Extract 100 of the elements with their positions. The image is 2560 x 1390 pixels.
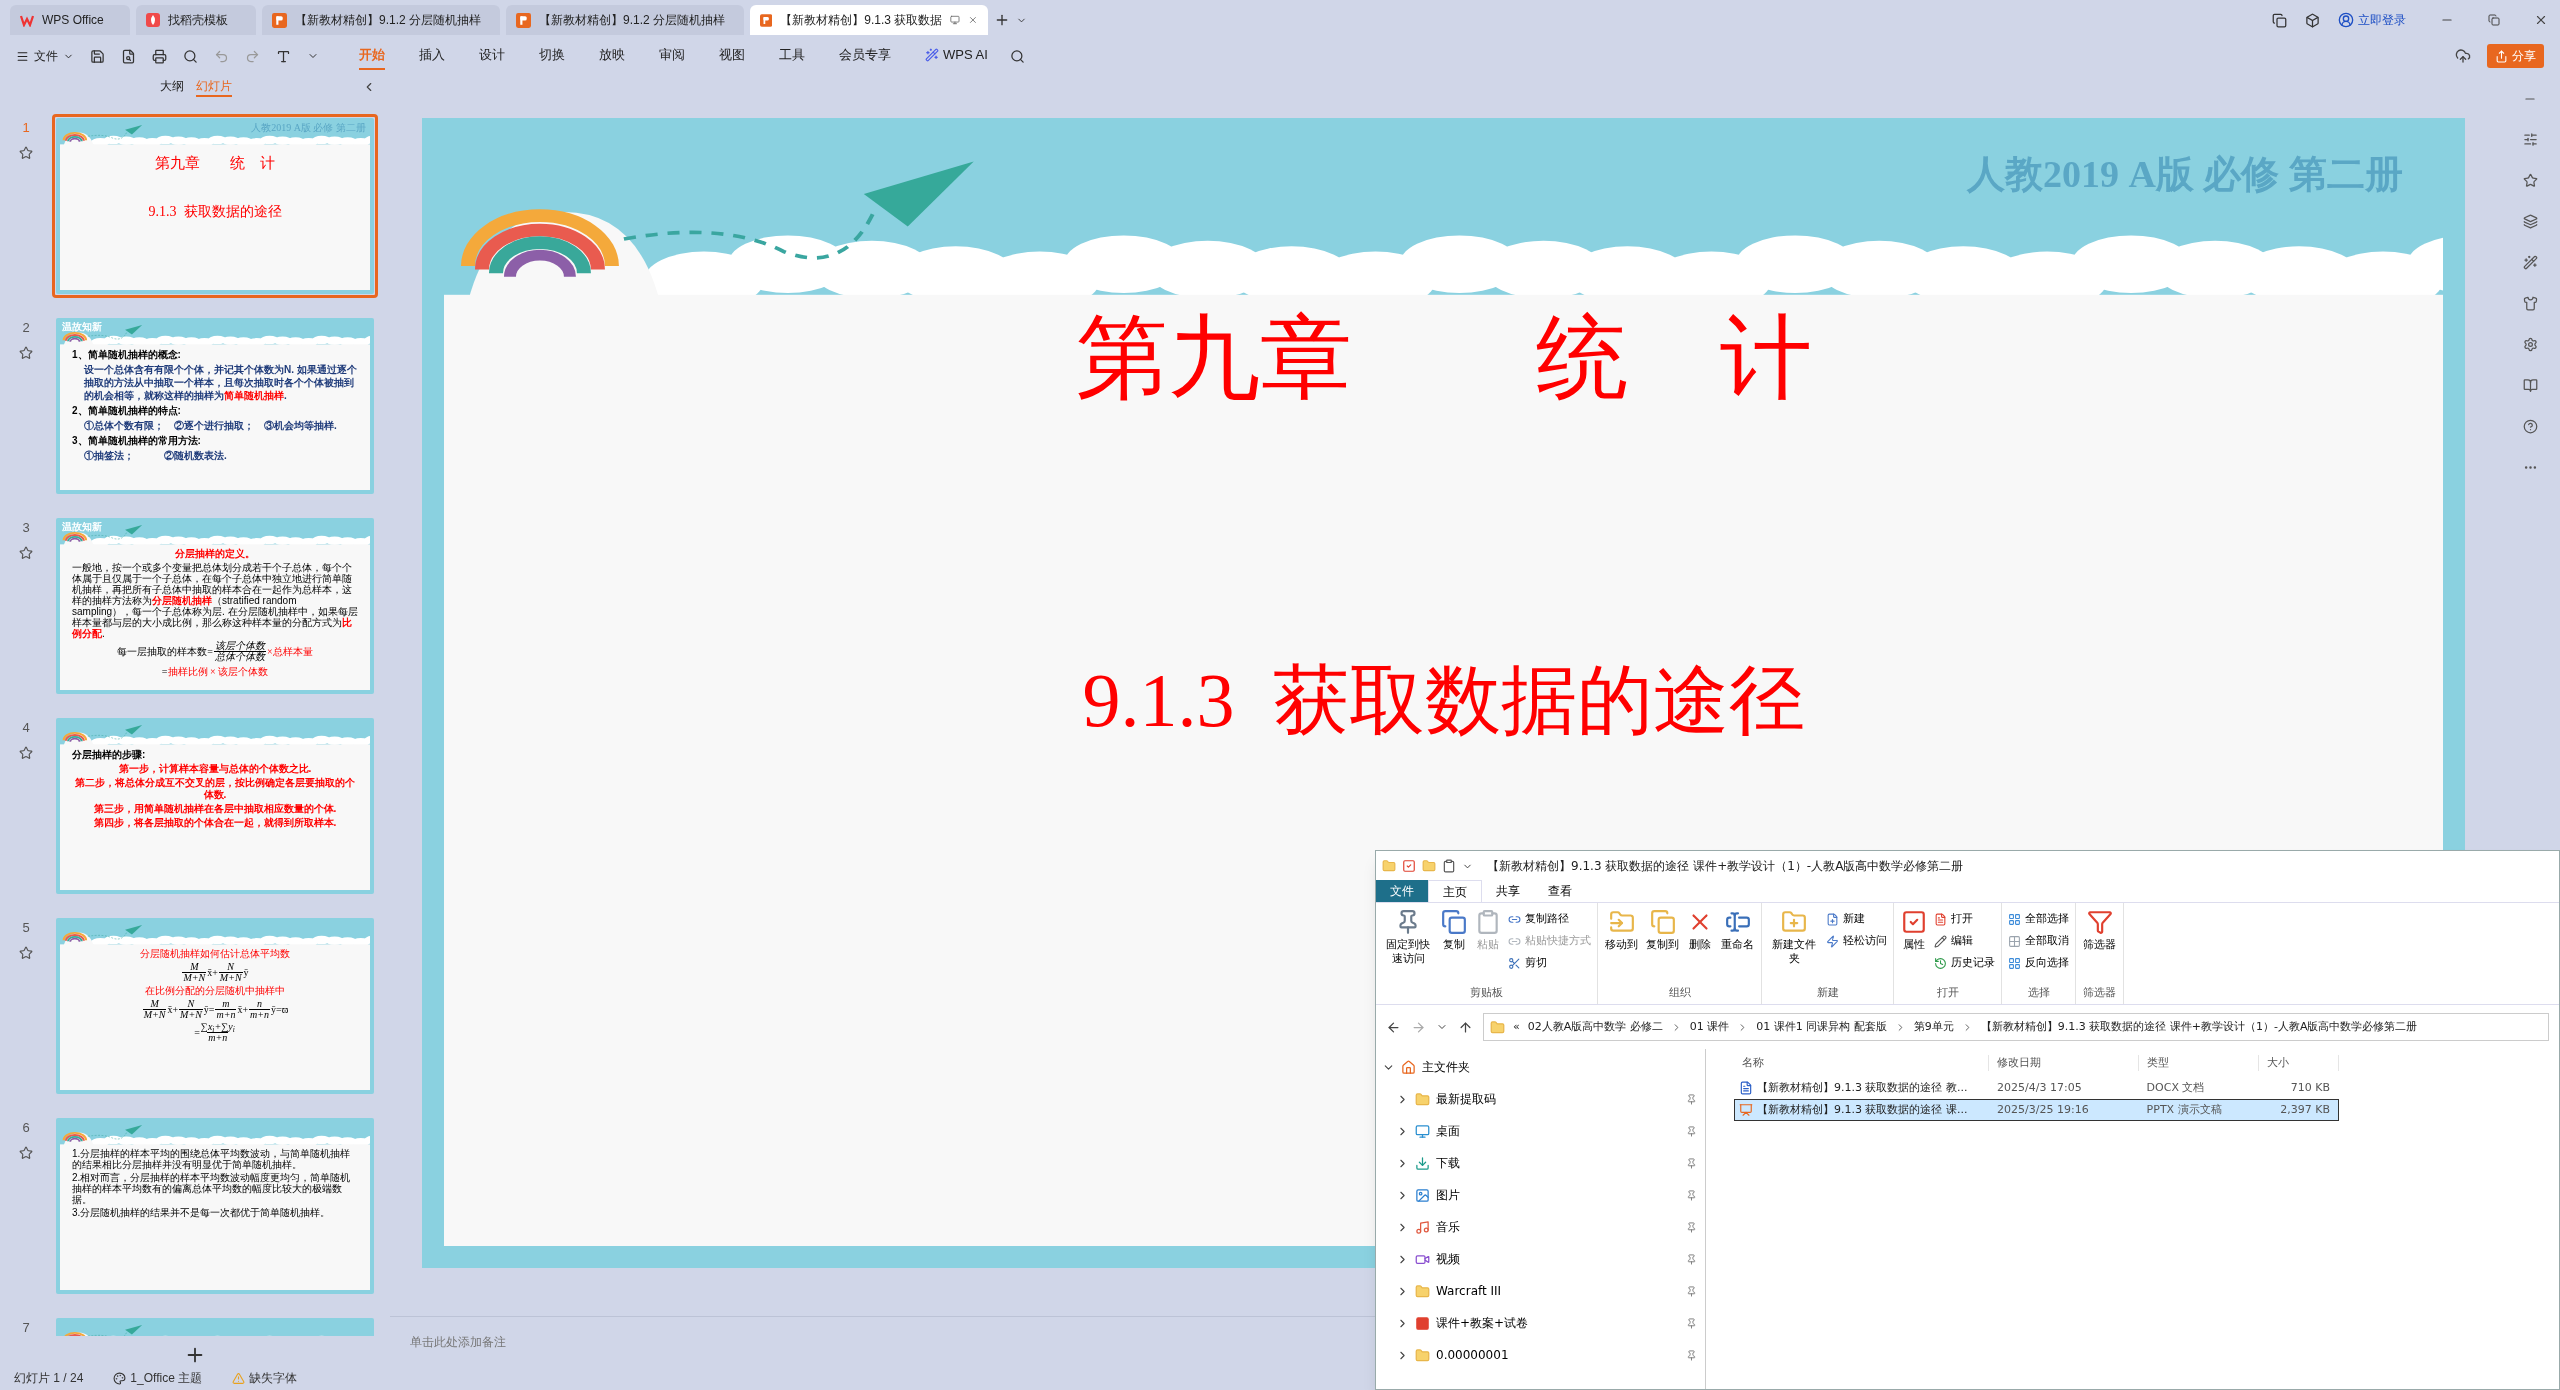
breadcrumb[interactable]: 【新教材精创】9.1.3 获取数据的途径 课件+教学设计（1）-人教A版高中数学必修第二册 (1980, 1018, 2418, 1036)
tree-item[interactable]: 0.00000001 (1376, 1339, 1705, 1371)
missing-font-status[interactable]: 缺失字体 (249, 1369, 298, 1387)
file-menu[interactable]: 文件 (16, 47, 74, 65)
sliders-icon[interactable] (2522, 132, 2538, 147)
slide-number: 3 (22, 519, 30, 537)
breadcrumb[interactable]: 01 课件1 同课异构 配套版 (1756, 1018, 1887, 1036)
close-icon[interactable] (968, 14, 978, 26)
star-icon[interactable] (19, 145, 33, 160)
slide-text: 第二步，将总体分成互不交叉的层，按比例确定各层要抽取的个体数. (74, 777, 356, 801)
breadcrumb[interactable]: 第9单元 (1913, 1018, 1954, 1036)
document-icon (1739, 1081, 1753, 1095)
ribbon-tab[interactable]: 工具 (779, 42, 805, 70)
ribbon-tab[interactable]: 会员专享 (839, 42, 891, 70)
ribbon-tab[interactable]: 切换 (539, 42, 565, 70)
login-button[interactable]: 立即登录 (2338, 11, 2406, 29)
format-icon[interactable] (276, 48, 291, 64)
ribbon-button[interactable]: 全部取消 (2006, 931, 2071, 951)
panel-tab[interactable]: 大纲 (160, 77, 184, 97)
column-header[interactable]: 类型 (2139, 1054, 2259, 1072)
ribbon-button[interactable]: 新建 (1824, 909, 1889, 929)
download-icon (1415, 1155, 1430, 1171)
clipboard-icon[interactable] (1442, 859, 1456, 873)
sparkle-icon (925, 48, 939, 62)
ribbon-tab[interactable]: 主页 (1428, 880, 1482, 902)
print-icon[interactable] (152, 48, 167, 64)
section-label: 温故知新 (62, 322, 102, 332)
ribbon-tab[interactable]: 插入 (419, 42, 445, 70)
ribbon-button[interactable]: 筛选器 (2080, 909, 2119, 985)
theme-status[interactable]: 1_Office 主题 (113, 1369, 203, 1387)
pin-icon (1686, 1253, 1697, 1265)
layers-icon[interactable] (2522, 214, 2538, 229)
ribbon-button[interactable]: 删除 (1684, 909, 1716, 985)
ribbon-button[interactable]: 全部选择 (2006, 909, 2071, 929)
star-icon[interactable] (19, 345, 33, 360)
cube-icon[interactable] (2305, 12, 2320, 28)
star-icon[interactable] (19, 745, 33, 760)
ribbon-tab[interactable]: 查看 (1534, 880, 1586, 902)
column-header[interactable]: 修改日期 (1989, 1054, 2139, 1072)
column-header[interactable]: 大小 (2259, 1054, 2339, 1072)
ribbon-tab[interactable]: 共享 (1482, 880, 1534, 902)
tree-item[interactable]: 最新提取码 (1376, 1083, 1705, 1115)
back-icon[interactable] (1386, 1019, 1401, 1035)
restore-icon[interactable] (2488, 14, 2500, 26)
document-tab[interactable]: WPS Office (10, 5, 130, 35)
tree-item[interactable]: Warcraft III (1376, 1275, 1705, 1307)
document-tab[interactable]: 【新教材精创】9.1.3 获取数据 (750, 5, 988, 35)
ribbon-tab[interactable]: WPS AI (925, 42, 988, 70)
star-icon[interactable] (2522, 173, 2538, 188)
settings-icon[interactable] (2522, 337, 2538, 352)
help-icon[interactable] (2522, 419, 2538, 434)
ribbon-tab[interactable]: 视图 (719, 42, 745, 70)
ribbon-button[interactable]: 历史记录 (1932, 953, 1997, 973)
shirt-icon[interactable] (2522, 296, 2538, 311)
document-tab[interactable]: 【新教材精创】9.1.2 分层随机抽样 (262, 5, 500, 35)
ribbon-tab[interactable]: 放映 (599, 42, 625, 70)
column-header[interactable]: 名称 (1734, 1054, 1989, 1072)
ribbon-tab[interactable]: 审阅 (659, 42, 685, 70)
ribbon-button[interactable]: 复制路径 (1506, 909, 1593, 929)
ribbon-button[interactable]: 编辑 (1932, 931, 1997, 951)
tree-item[interactable]: 图片 (1376, 1179, 1705, 1211)
ribbon-button[interactable]: 复制 (1438, 909, 1470, 985)
tree-item[interactable]: 视频 (1376, 1243, 1705, 1275)
breadcrumb[interactable]: 01 课件 (1689, 1018, 1730, 1036)
save-icon[interactable] (90, 48, 105, 64)
ribbon-button[interactable]: 属性 (1898, 909, 1930, 985)
tree-item[interactable]: 主文件夹 (1376, 1051, 1705, 1083)
ribbon-button[interactable]: 固定到快速访问 (1380, 909, 1436, 985)
breadcrumb[interactable]: « (1513, 1018, 1520, 1036)
slide-heading: 分层抽样的步骤: (72, 748, 147, 761)
star-icon[interactable] (19, 1145, 33, 1160)
star-icon[interactable] (19, 545, 33, 560)
file-row[interactable]: 【新教材精创】9.1.3 获取数据的途径 课... 2025/3/25 19:16 PPTX 演示文稿 2,397 KB (1734, 1099, 2339, 1121)
book-icon[interactable] (2522, 378, 2538, 393)
search-icon[interactable] (1009, 48, 1025, 64)
ribbon-button[interactable]: 复制到 (1643, 909, 1682, 985)
ribbon-button[interactable]: 新建文件夹 (1766, 909, 1822, 985)
tree-item[interactable]: 音乐 (1376, 1211, 1705, 1243)
document-tab[interactable]: 找稻壳模板 (136, 5, 256, 35)
tree-item[interactable]: 桌面 (1376, 1115, 1705, 1147)
ribbon-button[interactable]: 打开 (1932, 909, 1997, 929)
breadcrumb[interactable]: 02人教A版高中数学 必修二 (1527, 1018, 1663, 1036)
tree-item[interactable]: 课件+教案+试卷 (1376, 1307, 1705, 1339)
new-tab-icon[interactable] (994, 12, 1010, 28)
ribbon-button[interactable]: 移动到 (1602, 909, 1641, 985)
up-icon[interactable] (1458, 1019, 1473, 1035)
close-icon[interactable] (2534, 13, 2548, 27)
ribbon-button[interactable]: 剪切 (1506, 953, 1593, 973)
ribbon-tab[interactable]: 文件 (1376, 880, 1428, 902)
ribbon-button[interactable]: 反向选择 (2006, 953, 2071, 973)
star-icon[interactable] (19, 945, 33, 960)
address-bar[interactable]: « 02人教A版高中数学 必修二 01 课件 01 课件1 同课异构 配套版 第9单元 【新教材精创】9.1.3 获取数据的途径 课件+教学设计（1）-人教A版高中数学必修第二册 (1483, 1013, 2549, 1041)
ribbon-tab[interactable]: 设计 (479, 42, 505, 70)
ribbon-button[interactable]: 重命名 (1718, 909, 1757, 985)
cloud-upload-icon[interactable] (2455, 48, 2471, 64)
file-row[interactable]: 【新教材精创】9.1.3 获取数据的途径 教... 2025/4/3 17:05 DOCX 文档 710 KB (1734, 1077, 2339, 1099)
ribbon-button[interactable]: 轻松访问 (1824, 931, 1889, 951)
document-tab[interactable]: 【新教材精创】9.1.2 分层随机抽样 (506, 5, 744, 35)
wand-icon[interactable] (2522, 255, 2538, 270)
tree-item[interactable]: 下载 (1376, 1147, 1705, 1179)
